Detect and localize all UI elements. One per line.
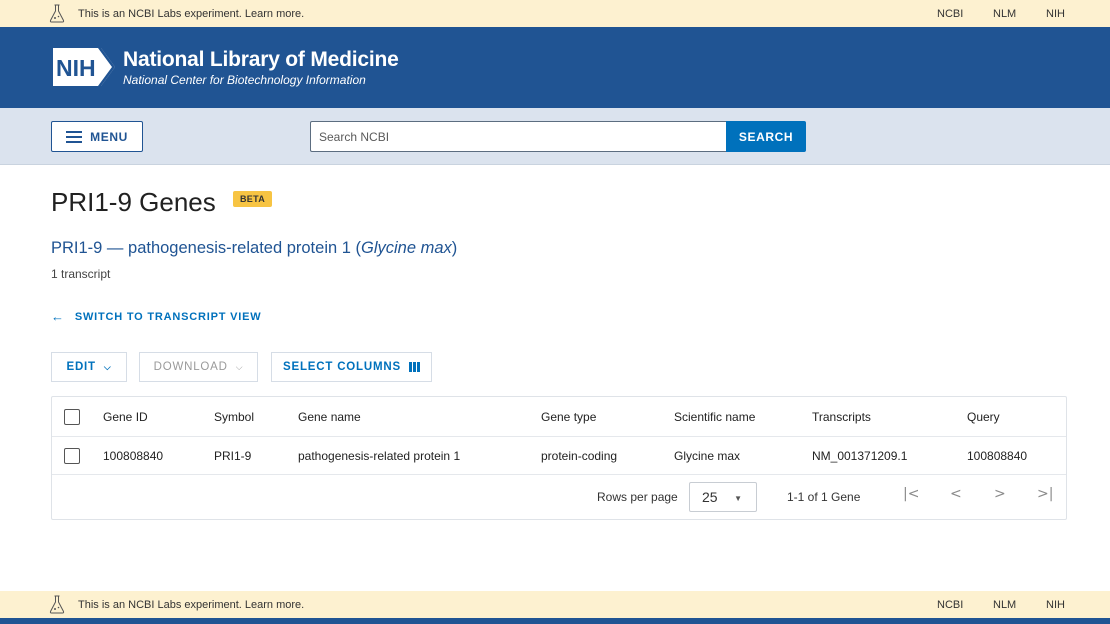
pagination-range: 1-1 of 1 Gene: [787, 490, 861, 504]
switch-view-label: SWITCH TO TRANSCRIPT VIEW: [74, 310, 262, 323]
arrow-left-icon: ←: [51, 309, 65, 324]
search-input[interactable]: [310, 121, 726, 152]
masthead: NIH National Library of Medicine Nationa…: [0, 27, 1110, 108]
edit-button[interactable]: EDIT ⌵: [51, 352, 127, 382]
nih-link[interactable]: NIH: [1046, 8, 1065, 20]
labs-banner-text[interactable]: This is an NCBI Labs experiment. Learn m…: [78, 8, 304, 20]
menu-button[interactable]: MENU: [51, 121, 143, 152]
flask-icon: [49, 4, 65, 23]
ncbi-link[interactable]: NCBI: [937, 599, 963, 611]
column-header-query[interactable]: Query: [967, 397, 1000, 436]
page-title: PRI1-9 Genes: [51, 187, 216, 217]
cell-gene-name: pathogenesis-related protein 1: [298, 448, 461, 463]
nlm-subtitle: National Center for Biotechnology Inform…: [123, 73, 366, 87]
search-button[interactable]: SEARCH: [726, 121, 806, 152]
rows-per-page-value: 25: [702, 489, 718, 505]
column-header-gene-name[interactable]: Gene name: [298, 397, 361, 436]
cell-gene-type: protein-coding: [541, 448, 618, 463]
column-header-scientific-name[interactable]: Scientific name: [674, 397, 755, 436]
next-page-icon[interactable]: >: [994, 486, 1006, 502]
table-header-row: Gene ID Symbol Gene name Gene type Scien…: [52, 397, 1066, 437]
transcript-count: 1 transcript: [51, 267, 111, 281]
beta-badge: BETA: [233, 191, 273, 207]
column-header-gene-type[interactable]: Gene type: [541, 397, 596, 436]
select-all-checkbox[interactable]: [64, 409, 80, 425]
gene-link-organism: Glycine max: [361, 239, 452, 257]
nlm-link[interactable]: NLM: [993, 599, 1016, 611]
genes-table: Gene ID Symbol Gene name Gene type Scien…: [51, 396, 1067, 520]
gene-link-text: PRI1-9 — pathogenesis-related protein 1 …: [51, 239, 362, 257]
chevron-down-icon: ⌵: [235, 361, 244, 372]
switch-to-transcript-view-link[interactable]: ← SWITCH TO TRANSCRIPT VIEW: [51, 309, 261, 324]
flask-icon: [49, 595, 65, 614]
menu-button-label: MENU: [90, 129, 128, 144]
prev-page-icon[interactable]: <: [950, 486, 962, 502]
labs-banner-bottom: This is an NCBI Labs experiment. Learn m…: [0, 591, 1110, 618]
columns-icon: [408, 362, 420, 372]
pagination: Rows per page 25 ▼ 1-1 of 1 Gene |< < > …: [52, 475, 1066, 519]
column-header-gene-id[interactable]: Gene ID: [103, 397, 148, 436]
column-header-transcripts[interactable]: Transcripts: [812, 397, 871, 436]
labs-banner-text[interactable]: This is an NCBI Labs experiment. Learn m…: [78, 599, 304, 611]
edit-label: EDIT: [66, 361, 96, 373]
select-columns-button[interactable]: SELECT COLUMNS: [271, 352, 432, 382]
nih-logo[interactable]: NIH: [51, 46, 117, 88]
cell-transcripts: NM_001371209.1: [812, 448, 908, 463]
table-row[interactable]: 100808840 PRI1-9 pathogenesis-related pr…: [52, 437, 1066, 475]
search-band: MENU SEARCH: [0, 108, 1110, 165]
hamburger-icon: [66, 130, 83, 143]
select-columns-label: SELECT COLUMNS: [283, 361, 401, 373]
rows-per-page-label: Rows per page: [597, 490, 678, 504]
last-page-icon[interactable]: >|: [1037, 486, 1053, 502]
cell-query: 100808840: [967, 448, 1028, 463]
ncbi-link[interactable]: NCBI: [937, 8, 963, 20]
nih-link[interactable]: NIH: [1046, 599, 1065, 611]
cell-scientific-name: Glycine max: [674, 448, 741, 463]
nih-logo-text: NIH: [56, 55, 96, 81]
rows-per-page-select[interactable]: 25 ▼: [689, 482, 757, 512]
footer-stripe: [0, 618, 1110, 624]
first-page-icon[interactable]: |<: [903, 486, 919, 502]
download-label: DOWNLOAD: [153, 361, 228, 373]
chevron-down-icon: ⌵: [103, 361, 112, 372]
nlm-link[interactable]: NLM: [993, 8, 1016, 20]
caret-down-icon: ▼: [734, 494, 742, 503]
gene-link-suffix: ): [451, 239, 458, 257]
labs-banner-top: This is an NCBI Labs experiment. Learn m…: [0, 0, 1110, 27]
cell-symbol: PRI1-9: [214, 448, 252, 463]
nlm-title[interactable]: National Library of Medicine: [123, 48, 399, 72]
gene-link[interactable]: PRI1-9 — pathogenesis-related protein 1 …: [51, 239, 457, 258]
cell-gene-id: 100808840: [103, 448, 164, 463]
row-checkbox[interactable]: [64, 448, 80, 464]
download-button[interactable]: DOWNLOAD ⌵: [139, 352, 258, 382]
column-header-symbol[interactable]: Symbol: [214, 397, 254, 436]
